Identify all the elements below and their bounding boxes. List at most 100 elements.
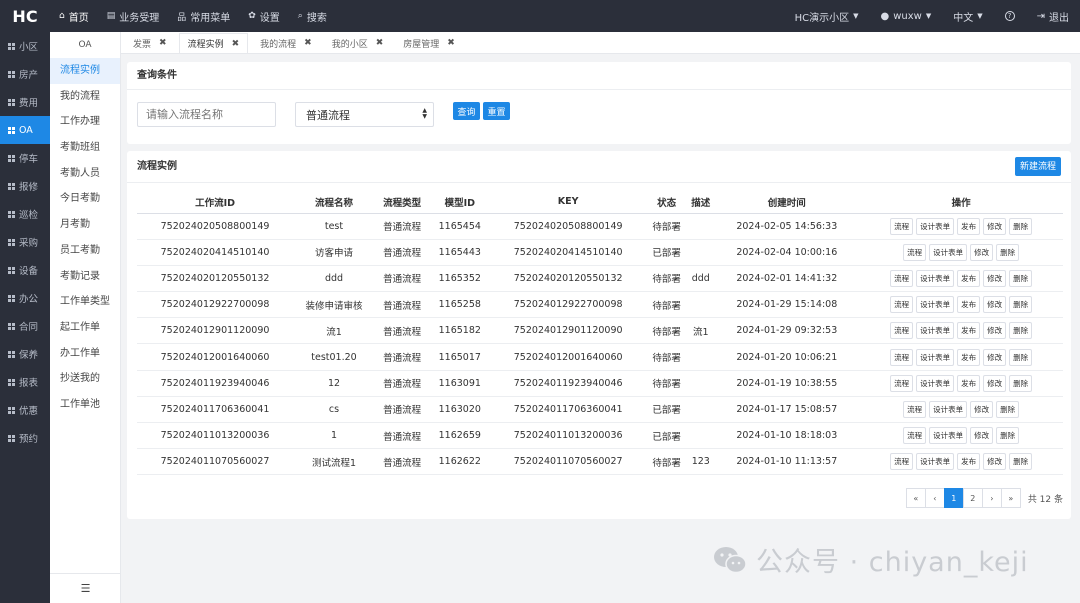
row-action-button[interactable]: 删除 bbox=[1009, 296, 1033, 314]
submenu-item[interactable]: 工作办理 bbox=[50, 109, 120, 135]
page-1-button[interactable]: 1 bbox=[943, 488, 964, 508]
submenu-item[interactable]: 办工作单 bbox=[50, 341, 120, 367]
row-action-button[interactable]: 修改 bbox=[983, 322, 1007, 340]
next-page-button[interactable]: › bbox=[981, 488, 1002, 508]
close-icon[interactable]: ✖ bbox=[447, 38, 455, 48]
new-flow-button[interactable]: 新建流程 bbox=[1015, 157, 1061, 176]
row-action-button[interactable]: 流程 bbox=[890, 322, 914, 340]
tab-item[interactable]: 流程实例 ✖ bbox=[178, 33, 249, 53]
sidebar-item[interactable]: 合同 bbox=[0, 312, 50, 340]
row-action-button[interactable]: 删除 bbox=[996, 400, 1020, 418]
row-action-button[interactable]: 修改 bbox=[983, 269, 1007, 287]
row-action-button[interactable]: 设计表单 bbox=[916, 348, 955, 366]
top-nav-item[interactable]: ▤ 业务受理 bbox=[98, 0, 169, 32]
row-action-button[interactable]: 流程 bbox=[890, 348, 914, 366]
submenu-item[interactable]: 考勤记录 bbox=[50, 264, 120, 290]
submenu-item[interactable]: 起工作单 bbox=[50, 315, 120, 341]
row-action-button[interactable]: 流程 bbox=[903, 400, 927, 418]
top-nav-item[interactable]: ✿ 设置 bbox=[239, 0, 289, 32]
row-action-button[interactable]: 修改 bbox=[970, 243, 994, 261]
tab-item[interactable]: 发票 ✖ bbox=[125, 33, 175, 53]
row-action-button[interactable]: 修改 bbox=[970, 400, 994, 418]
row-action-button[interactable]: 发布 bbox=[957, 322, 981, 340]
row-action-button[interactable]: 流程 bbox=[903, 243, 927, 261]
row-action-button[interactable]: 删除 bbox=[1009, 453, 1033, 471]
top-nav-item[interactable]: ⌕ 搜索 bbox=[289, 0, 336, 32]
row-action-button[interactable]: 设计表单 bbox=[929, 400, 968, 418]
row-action-button[interactable]: 流程 bbox=[890, 296, 914, 314]
tab-item[interactable]: 我的流程 ✖ bbox=[252, 33, 320, 53]
community-dropdown[interactable]: HC演示小区 ▼ bbox=[784, 9, 870, 24]
row-action-button[interactable]: 设计表单 bbox=[916, 217, 955, 235]
sidebar-item[interactable]: 小区 bbox=[0, 32, 50, 60]
user-dropdown[interactable]: ● wuxw ▼ bbox=[869, 11, 942, 22]
submenu-item[interactable]: 工作单池 bbox=[50, 392, 120, 418]
sidebar-item[interactable]: 预约 bbox=[0, 424, 50, 452]
first-page-button[interactable]: « bbox=[905, 488, 926, 508]
submenu-item[interactable]: 今日考勤 bbox=[50, 186, 120, 212]
row-action-button[interactable]: 修改 bbox=[983, 374, 1007, 392]
sidebar-item[interactable]: 报表 bbox=[0, 368, 50, 396]
row-action-button[interactable]: 删除 bbox=[1009, 348, 1033, 366]
close-icon[interactable]: ✖ bbox=[232, 39, 240, 49]
top-nav-item[interactable]: ⌂ 首页 bbox=[50, 0, 98, 32]
row-action-button[interactable]: 删除 bbox=[1009, 374, 1033, 392]
flow-name-input[interactable] bbox=[137, 102, 276, 127]
submenu-item[interactable]: 考勤人员 bbox=[50, 161, 120, 187]
row-action-button[interactable]: 删除 bbox=[1009, 217, 1033, 235]
row-action-button[interactable]: 删除 bbox=[996, 243, 1020, 261]
sidebar-item[interactable]: 采购 bbox=[0, 228, 50, 256]
row-action-button[interactable]: 发布 bbox=[957, 348, 981, 366]
top-nav-item[interactable]: 品常用菜单 bbox=[168, 0, 239, 32]
row-action-button[interactable]: 发布 bbox=[957, 453, 981, 471]
row-action-button[interactable]: 设计表单 bbox=[916, 374, 955, 392]
reset-button[interactable]: 重置 bbox=[483, 102, 510, 120]
submenu-item[interactable]: 员工考勤 bbox=[50, 238, 120, 264]
prev-page-button[interactable]: ‹ bbox=[924, 488, 945, 508]
row-action-button[interactable]: 修改 bbox=[983, 296, 1007, 314]
sidebar-item[interactable]: 费用 bbox=[0, 88, 50, 116]
row-action-button[interactable]: 设计表单 bbox=[929, 427, 968, 445]
help-button[interactable]: ? bbox=[994, 11, 1026, 21]
row-action-button[interactable]: 设计表单 bbox=[929, 243, 968, 261]
sidebar-item[interactable]: 设备 bbox=[0, 256, 50, 284]
row-action-button[interactable]: 删除 bbox=[996, 427, 1020, 445]
row-action-button[interactable]: 发布 bbox=[957, 374, 981, 392]
search-button[interactable]: 查询 bbox=[453, 102, 480, 120]
submenu-item[interactable]: 抄送我的 bbox=[50, 366, 120, 392]
row-action-button[interactable]: 流程 bbox=[890, 453, 914, 471]
submenu-item[interactable]: 考勤班组 bbox=[50, 135, 120, 161]
sidebar-item[interactable]: 巡检 bbox=[0, 200, 50, 228]
sidebar-item[interactable]: OA bbox=[0, 116, 50, 144]
row-action-button[interactable]: 删除 bbox=[1009, 269, 1033, 287]
row-action-button[interactable]: 修改 bbox=[970, 427, 994, 445]
submenu-item[interactable]: 工作单类型 bbox=[50, 289, 120, 315]
row-action-button[interactable]: 设计表单 bbox=[916, 296, 955, 314]
last-page-button[interactable]: » bbox=[1000, 488, 1021, 508]
row-action-button[interactable]: 流程 bbox=[890, 217, 914, 235]
page-2-button[interactable]: 2 bbox=[962, 488, 983, 508]
sidebar-item[interactable]: 房产 bbox=[0, 60, 50, 88]
close-icon[interactable]: ✖ bbox=[376, 38, 384, 48]
submenu-item[interactable]: 我的流程 bbox=[50, 84, 120, 110]
row-action-button[interactable]: 删除 bbox=[1009, 322, 1033, 340]
row-action-button[interactable]: 发布 bbox=[957, 217, 981, 235]
row-action-button[interactable]: 流程 bbox=[890, 374, 914, 392]
sidebar-item[interactable]: 优惠 bbox=[0, 396, 50, 424]
close-icon[interactable]: ✖ bbox=[304, 38, 312, 48]
flow-type-select[interactable]: 普通流程 ▲ ▼ bbox=[295, 102, 434, 127]
row-action-button[interactable]: 修改 bbox=[983, 217, 1007, 235]
row-action-button[interactable]: 流程 bbox=[903, 427, 927, 445]
sidebar-item[interactable]: 报修 bbox=[0, 172, 50, 200]
tab-item[interactable]: 房屋管理 ✖ bbox=[395, 33, 463, 53]
row-action-button[interactable]: 设计表单 bbox=[916, 322, 955, 340]
sidebar-item[interactable]: 办公 bbox=[0, 284, 50, 312]
row-action-button[interactable]: 修改 bbox=[983, 348, 1007, 366]
row-action-button[interactable]: 修改 bbox=[983, 453, 1007, 471]
logout-button[interactable]: ⇥ 退出 bbox=[1026, 9, 1080, 24]
language-dropdown[interactable]: 中文 ▼ bbox=[942, 9, 993, 24]
app-logo[interactable]: HC bbox=[0, 7, 50, 26]
row-action-button[interactable]: 流程 bbox=[890, 269, 914, 287]
row-action-button[interactable]: 设计表单 bbox=[916, 453, 955, 471]
tab-item[interactable]: 我的小区 ✖ bbox=[324, 33, 392, 53]
